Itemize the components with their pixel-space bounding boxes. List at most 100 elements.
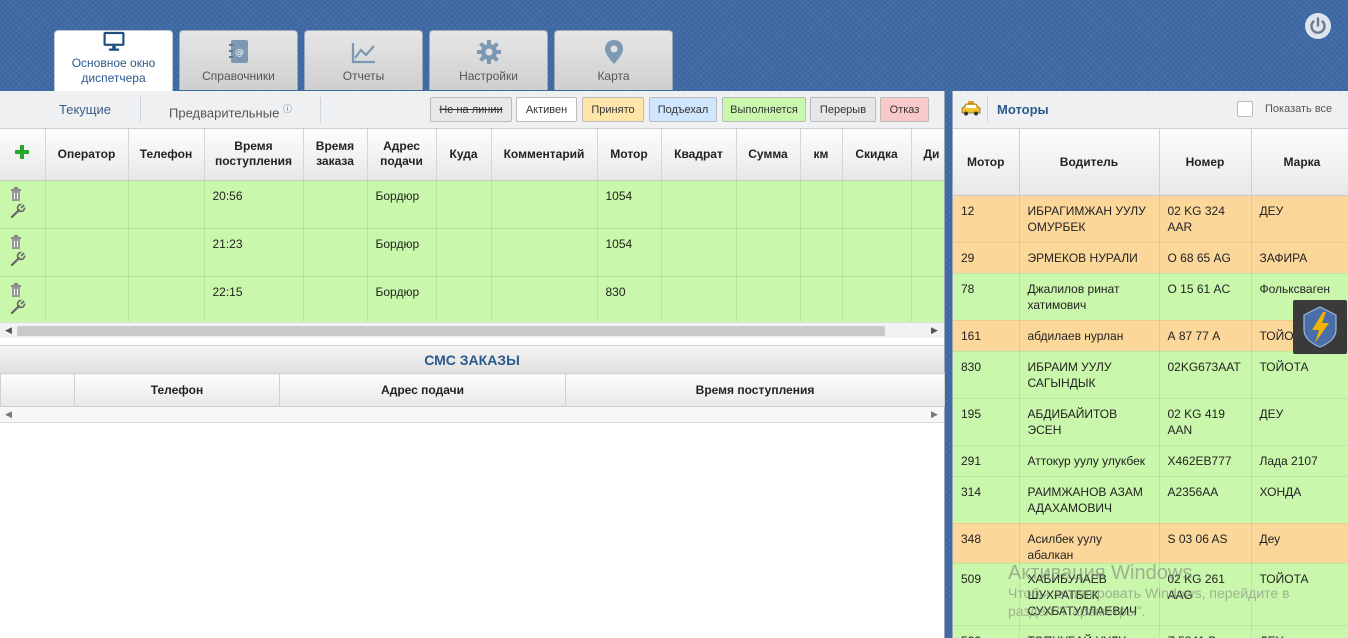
scroll-left-icon[interactable]: ◀: [5, 409, 12, 420]
show-all-checkbox[interactable]: [1237, 101, 1253, 117]
cell-address: Бордюр: [367, 228, 437, 277]
motor-row[interactable]: 522ТОПЧУБАЙ УУЛУZ 5841 BДЕУ: [953, 625, 1348, 638]
scroll-right-icon[interactable]: ▶: [931, 325, 938, 336]
cell-motor: 78: [953, 273, 1020, 321]
column-header[interactable]: Водитель: [1019, 129, 1160, 196]
status-offline-button[interactable]: Не на линии: [430, 97, 512, 122]
cell-operator: [45, 228, 129, 277]
cell-motor: 12: [953, 195, 1020, 243]
motor-row[interactable]: 12 ИБРАГИМЖАН УУЛУ ОМУРБЕК 02 KG 324 AAR ДЕ…: [953, 195, 1348, 243]
scroll-right-icon[interactable]: ▶: [931, 409, 938, 420]
scroll-left-icon[interactable]: ◀: [5, 325, 12, 336]
cell-extra: [911, 180, 944, 229]
orders-table: Оператор Телефон Время поступления Время…: [0, 129, 944, 325]
column-header[interactable]: Куда: [436, 129, 492, 181]
table-row[interactable]: 21:23 Бордюр 1054: [0, 228, 944, 277]
column-header[interactable]: Скидка: [842, 129, 912, 181]
column-header[interactable]: Номер: [1159, 129, 1252, 196]
cell-brand: Лада 2107: [1251, 445, 1348, 477]
cell-driver: ТОПЧУБАЙ УУЛУ: [1019, 625, 1160, 638]
motor-row[interactable]: 314 РАИМЖАНОВ АЗАМ АДАХАМОВИЧ A2356AA ХОНДА: [953, 476, 1348, 524]
tab-preliminary[interactable]: Предварительные ⓘ: [169, 102, 292, 120]
wrench-icon[interactable]: [10, 299, 26, 315]
column-header[interactable]: Оператор: [45, 129, 129, 181]
cell-driver: ИБРАИМ УУЛУ САГЫНДЫК: [1019, 351, 1160, 399]
tab-reports[interactable]: Отчеты: [304, 30, 423, 90]
tab-directories[interactable]: @ Справочники: [179, 30, 298, 90]
trash-icon[interactable]: [10, 186, 22, 201]
wrench-icon[interactable]: [10, 203, 26, 219]
cell-operator: [45, 276, 129, 325]
column-header[interactable]: [0, 373, 75, 407]
cell-address: Бордюр: [367, 276, 437, 325]
motor-row[interactable]: 29 ЭРМЕКОВ НУРАЛИ О 68 65 AG ЗАФИРА: [953, 242, 1348, 274]
column-header[interactable]: Время поступления: [204, 129, 304, 181]
trash-icon[interactable]: [10, 234, 22, 249]
motor-row[interactable]: 78 Джалилов ринат хатимович О 15 61 AC Фоль…: [953, 273, 1348, 321]
column-header[interactable]: Марка: [1251, 129, 1348, 196]
cell-motor: 1054: [597, 180, 662, 229]
tab-settings[interactable]: Настройки: [429, 30, 548, 90]
column-header[interactable]: Адрес подачи: [367, 129, 437, 181]
cell-destination: [436, 180, 492, 229]
orders-grid: Оператор Телефон Время поступления Время…: [0, 129, 944, 342]
column-header[interactable]: Квадрат: [661, 129, 737, 181]
tab-current[interactable]: Текущие: [59, 102, 111, 117]
sms-horizontal-scrollbar[interactable]: ◀ ▶: [0, 407, 944, 423]
status-accepted-button[interactable]: Принято: [582, 97, 644, 122]
motor-row[interactable]: 161 абдилаев нурлан А 87 77 А ТОЙОТА: [953, 320, 1348, 352]
motor-row[interactable]: 195 АБДИБАЙИТОВ ЭСЕН 02 KG 419 AAN ДЕУ: [953, 398, 1348, 446]
cell-km: [800, 276, 843, 325]
cell-driver: АБДИБАЙИТОВ ЭСЕН: [1019, 398, 1160, 446]
trash-icon[interactable]: [10, 282, 22, 297]
tab-map[interactable]: Карта: [554, 30, 673, 90]
column-header[interactable]: Мотор: [953, 129, 1020, 196]
motor-row[interactable]: 291 Аттокур уулу улукбек X462EB777 Лада 210…: [953, 445, 1348, 477]
cell-motor: 348: [953, 523, 1020, 564]
status-active-button[interactable]: Активен: [516, 97, 577, 122]
status-in-progress-button[interactable]: Выполняется: [722, 97, 806, 122]
motor-row[interactable]: 348 Асилбек уулу абалкан S 03 06 AS Деу: [953, 523, 1348, 564]
column-header[interactable]: Сумма: [736, 129, 801, 181]
column-header[interactable]: Мотор: [597, 129, 662, 181]
column-header[interactable]: км: [800, 129, 843, 181]
show-all-label[interactable]: Показать все: [1265, 103, 1332, 115]
tab-dispatcher[interactable]: Основное окно диспетчера: [54, 30, 173, 92]
status-refusal-button[interactable]: Отказ: [880, 97, 929, 122]
status-arrived-button[interactable]: Подъехал: [649, 97, 717, 122]
cell-motor: 522: [953, 625, 1020, 638]
wrench-icon[interactable]: [10, 251, 26, 267]
column-header[interactable]: Комментарий: [491, 129, 598, 181]
column-header[interactable]: Время заказа: [303, 129, 368, 181]
orders-panel: Текущие Предварительные ⓘ Не на линии Ак…: [0, 91, 945, 638]
table-row[interactable]: 22:15 Бордюр 830: [0, 276, 944, 325]
motor-row[interactable]: 830 ИБРАИМ УУЛУ САГЫНДЫК 02KG673AAT ТОЙОТА: [953, 351, 1348, 399]
scrollbar-thumb[interactable]: [17, 326, 885, 336]
table-row[interactable]: 20:56 Бордюр 1054: [0, 180, 944, 229]
cell-time: 22:15: [204, 276, 304, 325]
lightning-app-icon[interactable]: [1293, 300, 1347, 354]
column-header[interactable]: Телефон: [128, 129, 205, 181]
cell-plate: S 03 06 AS: [1159, 523, 1252, 564]
add-order-button[interactable]: [0, 129, 46, 181]
column-header[interactable]: Телефон: [74, 373, 280, 407]
cell-plate: 02KG673AAT: [1159, 351, 1252, 399]
cell-extra: [911, 228, 944, 277]
tab-label: Карта: [597, 69, 630, 83]
cell-operator: [45, 180, 129, 229]
status-break-button[interactable]: Перерыв: [810, 97, 876, 122]
cell-driver: Аттокур уулу улукбек: [1019, 445, 1160, 477]
cell-plate: 02 KG 419 AAN: [1159, 398, 1252, 446]
monitor-icon: [103, 31, 124, 51]
orders-horizontal-scrollbar[interactable]: ◀ ▶: [0, 322, 944, 338]
motors-title: Моторы: [997, 102, 1049, 117]
cell-driver: ИБРАГИМЖАН УУЛУ ОМУРБЕК: [1019, 195, 1160, 243]
cell-comment: [491, 228, 598, 277]
cell-square: [661, 228, 737, 277]
column-header[interactable]: Адрес подачи: [279, 373, 566, 407]
column-header[interactable]: Ди: [911, 129, 944, 181]
power-icon[interactable]: [1304, 12, 1332, 40]
motors-panel: Моторы Показать все Мотор Водитель Номер…: [952, 91, 1348, 638]
row-actions: [0, 276, 46, 325]
column-header[interactable]: Время поступления: [565, 373, 945, 407]
